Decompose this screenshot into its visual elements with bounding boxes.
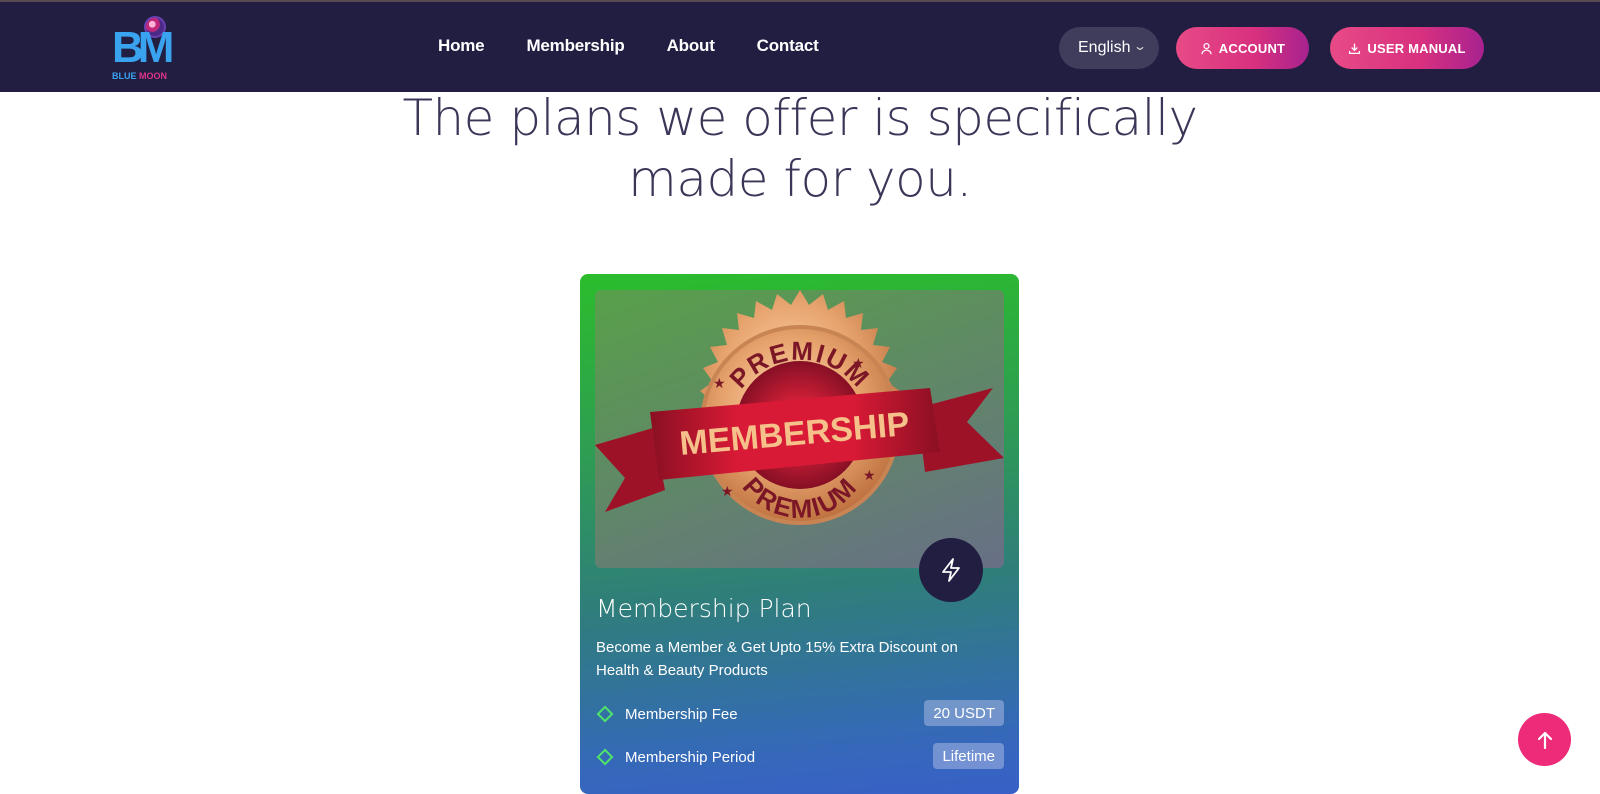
page-title-line-2: made for you.	[628, 150, 972, 208]
feature-value-badge: Lifetime	[933, 743, 1004, 769]
page-title-line-1: The plans we offer is specifically	[402, 89, 1198, 147]
logo-word-blue: BLUE	[112, 71, 137, 81]
arrow-up-icon	[1537, 731, 1552, 749]
account-button[interactable]: ACCOUNT	[1176, 27, 1309, 69]
plan-description: Become a Member & Get Upto 15% Extra Dis…	[596, 639, 958, 679]
chevron-down-icon: ⌄	[1132, 39, 1148, 53]
nav-about[interactable]: About	[667, 36, 715, 56]
nav-home[interactable]: Home	[438, 36, 485, 56]
page-title: The plans we offer is specifically made …	[0, 88, 1600, 210]
user-manual-button-label: USER MANUAL	[1367, 40, 1466, 56]
user-manual-button[interactable]: USER MANUAL	[1330, 27, 1484, 69]
logo-wordmark: BLUE MOON	[112, 71, 167, 81]
svg-text:★: ★	[713, 375, 726, 391]
logo-letters: BM	[112, 23, 174, 72]
language-select[interactable]: English ⌄	[1059, 27, 1159, 69]
premium-seal-graphic: PREMIUM PREMIUM ★ ★ ★ ★ MEMBERSHIP	[595, 290, 1004, 525]
bolt-icon-button[interactable]	[919, 538, 983, 602]
nav-contact[interactable]: Contact	[757, 36, 819, 56]
diamond-bullet-icon	[596, 748, 614, 766]
account-button-label: ACCOUNT	[1218, 40, 1286, 56]
back-to-top-button[interactable]	[1518, 713, 1571, 766]
feature-label: Membership Fee	[625, 705, 738, 723]
diamond-bullet-icon	[596, 705, 614, 723]
feature-value-badge: 20 USDT	[924, 700, 1004, 726]
logo-word-moon: MOON	[139, 71, 168, 81]
plan-feature-period: Membership Period Lifetime	[596, 743, 1004, 771]
site-header: BM BLUE MOON Home Membership About Conta…	[0, 0, 1600, 92]
language-selected: English	[1078, 39, 1131, 56]
premium-membership-badge-image: PREMIUM PREMIUM ★ ★ ★ ★ MEMBERSHIP	[595, 290, 1004, 568]
svg-text:★: ★	[852, 355, 865, 371]
plan-feature-fee: Membership Fee 20 USDT	[596, 700, 1004, 728]
plan-title: Membership Plan	[596, 594, 812, 623]
user-icon	[1201, 42, 1212, 54]
svg-text:★: ★	[863, 467, 876, 483]
bolt-icon	[942, 558, 960, 582]
download-icon	[1349, 43, 1361, 54]
brand-logo[interactable]: BM BLUE MOON	[112, 16, 182, 84]
svg-text:★: ★	[721, 483, 734, 499]
nav-membership[interactable]: Membership	[526, 36, 624, 56]
main-nav: Home Membership About Contact	[438, 36, 861, 56]
feature-label: Membership Period	[625, 748, 756, 766]
